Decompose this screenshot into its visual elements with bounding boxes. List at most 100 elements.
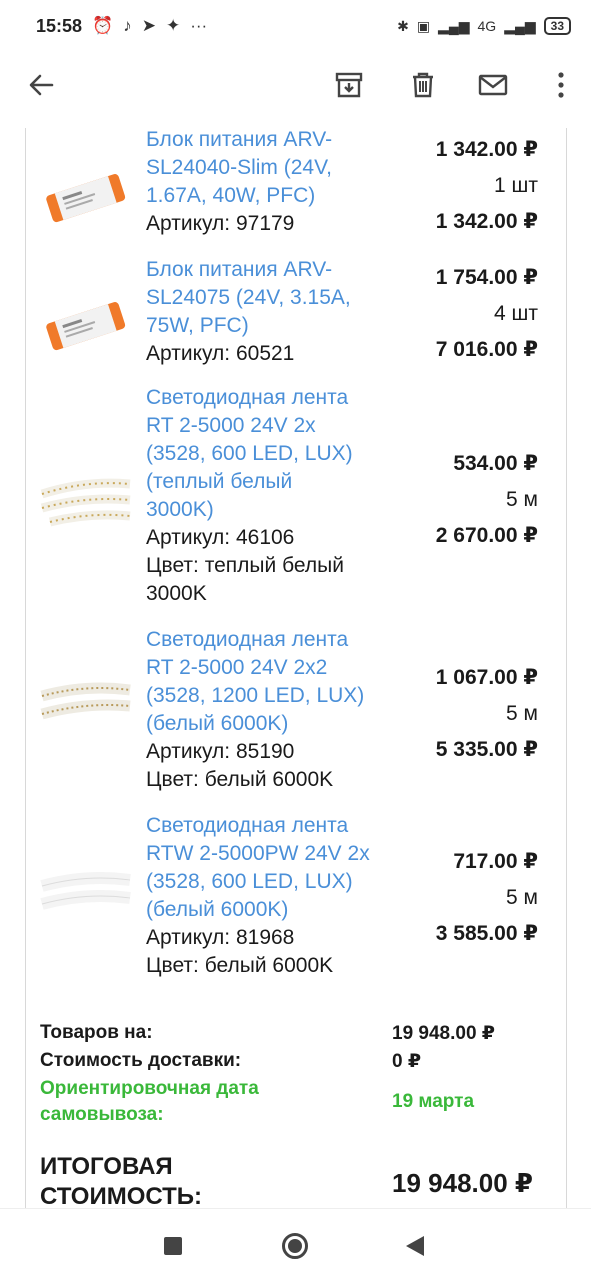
total-value: 19 948.00 ₽ <box>392 1168 533 1198</box>
alarm-icon: ⏰ <box>92 16 114 35</box>
pickup-label: Ориентировочная дата самовывоза: <box>40 1076 259 1128</box>
product-prices: 534.00 ₽ 5 м 2 670.00 ₽ <box>378 446 538 554</box>
quantity: 5 м <box>506 702 538 725</box>
product-name-line: (теплый белый <box>146 470 293 493</box>
product-name-line: Светодиодная лента <box>146 628 349 651</box>
quantity: 5 м <box>506 886 538 909</box>
product-name-line: 1.67A, 40W, PFC) <box>146 184 316 207</box>
product-color: Цвет: теплый белый 3000K <box>146 552 406 608</box>
led-strip-image <box>40 478 131 527</box>
summary-delivery: Стоимость доставки: 0 ₽ <box>40 1050 560 1078</box>
bluetooth-icon: ✱ <box>397 17 409 34</box>
product-name-line: Светодиодная лента <box>146 386 349 409</box>
mail-icon[interactable] <box>478 70 508 100</box>
total-label-line: ИТОГОВАЯ <box>40 1153 173 1180</box>
power-supply-image <box>46 174 126 223</box>
more-dots-icon: ··· <box>190 16 208 35</box>
delete-icon[interactable] <box>408 70 438 100</box>
summary-total: ИТОГОВАЯ СТОИМОСТЬ: 19 948.00 ₽ <box>40 1152 560 1208</box>
product-name-link[interactable]: Блок питания ARV- SL24040-Slim (24V, 1.6… <box>146 128 396 210</box>
unit-price: 534.00 ₽ <box>453 452 538 475</box>
network-type: 4G <box>477 18 497 34</box>
product-color-line: Цвет: теплый белый <box>146 554 344 577</box>
total-label: ИТОГОВАЯ СТОИМОСТЬ: <box>40 1152 202 1208</box>
product-name-line: RT 2-5000 24V 2x <box>146 414 316 437</box>
line-total: 3 585.00 ₽ <box>435 922 538 945</box>
back-icon[interactable] <box>26 70 56 100</box>
unit-price: 1 067.00 ₽ <box>435 666 538 689</box>
summary-goods: Товаров на: 19 948.00 ₽ <box>40 1022 560 1050</box>
product-name-line: SL24075 (24V, 3.15A, <box>146 286 351 309</box>
pickup-label-line: Ориентировочная дата <box>40 1078 259 1099</box>
line-total: 5 335.00 ₽ <box>435 738 538 761</box>
delivery-value: 0 ₽ <box>392 1051 422 1072</box>
product-name-line: (белый 6000K) <box>146 712 289 735</box>
product-name-line: RT 2-5000 24V 2x2 <box>146 656 328 679</box>
power-supply-image <box>46 302 126 351</box>
status-system-icons: ✱ ▣ ▂▄▆ 4G ▂▄▆ 33 <box>397 17 571 35</box>
product-name-line: Блок питания ARV- <box>146 258 333 281</box>
product-article: Артикул: 97179 <box>146 212 295 235</box>
battery-icon: 33 <box>543 17 571 35</box>
product-name-line: RTW 2-5000PW 24V 2x <box>146 842 370 865</box>
pickup-label-line: самовывоза: <box>40 1104 164 1125</box>
product-article: Артикул: 85190 <box>146 740 295 763</box>
goods-value: 19 948.00 ₽ <box>392 1023 496 1044</box>
telegram-icon: ➤ <box>141 16 156 35</box>
led-strip-image <box>40 872 131 910</box>
product-name-line: Светодиодная лента <box>146 814 349 837</box>
product-name-line: 75W, PFC) <box>146 314 249 337</box>
emblem-icon: ✦ <box>165 16 181 35</box>
product-name-line: (белый 6000K) <box>146 898 289 921</box>
app-bar <box>0 52 591 118</box>
product-color: Цвет: белый 6000K <box>146 768 334 791</box>
product-article: Артикул: 81968 <box>146 926 295 949</box>
product-name-line: 3000K) <box>146 498 214 521</box>
more-icon[interactable] <box>546 70 576 100</box>
unit-price: 1 342.00 ₽ <box>435 138 538 161</box>
product-name-link[interactable]: Светодиодная лента RTW 2-5000PW 24V 2x (… <box>146 812 396 924</box>
line-total: 2 670.00 ₽ <box>435 524 538 547</box>
product-article: Артикул: 60521 <box>146 342 295 365</box>
product-color: Цвет: белый 6000K <box>146 954 334 977</box>
delivery-label: Стоимость доставки: <box>40 1050 242 1071</box>
product-name-line: SL24040-Slim (24V, <box>146 156 333 179</box>
product-name-line: (3528, 600 LED, LUX) <box>146 870 353 893</box>
product-article: Артикул: 46106 <box>146 526 295 549</box>
quantity: 5 м <box>506 488 538 511</box>
product-color-line: 3000K <box>146 582 207 605</box>
product-name-line: (3528, 600 LED, LUX) <box>146 442 353 465</box>
line-total: 1 342.00 ₽ <box>435 210 538 233</box>
summary-pickup: Ориентировочная дата самовывоза: 19 март… <box>40 1076 560 1128</box>
product-prices: 1 067.00 ₽ 5 м 5 335.00 ₽ <box>378 660 538 768</box>
status-bar: 15:58 ⏰ ♪ ➤ ✦ ··· ✱ ▣ ▂▄▆ 4G ▂▄▆ 33 <box>0 0 591 52</box>
pickup-value: 19 марта <box>392 1091 475 1112</box>
email-body: Блок питания ARV- SL24040-Slim (24V, 1.6… <box>25 128 567 1208</box>
signal-icon-2: ▂▄▆ <box>504 17 536 34</box>
goods-label: Товаров на: <box>40 1022 153 1043</box>
signal-icon: ▂▄▆ <box>438 17 470 34</box>
product-name-link[interactable]: Светодиодная лента RT 2-5000 24V 2x2 (35… <box>146 626 396 738</box>
unit-price: 1 754.00 ₽ <box>435 266 538 289</box>
product-name-link[interactable]: Светодиодная лента RT 2-5000 24V 2x (352… <box>146 384 396 524</box>
quantity: 1 шт <box>494 174 538 197</box>
product-name-link[interactable]: Блок питания ARV- SL24075 (24V, 3.15A, 7… <box>146 256 396 340</box>
led-strip-image <box>40 682 131 720</box>
product-name-line: (3528, 1200 LED, LUX) <box>146 684 365 707</box>
line-total: 7 016.00 ₽ <box>435 338 538 361</box>
back-button[interactable] <box>406 1236 424 1256</box>
product-prices: 717.00 ₽ 5 м 3 585.00 ₽ <box>378 844 538 952</box>
unit-price: 717.00 ₽ <box>453 850 538 873</box>
product-prices: 1 342.00 ₽ 1 шт 1 342.00 ₽ <box>378 132 538 240</box>
product-name-line: Блок питания ARV- <box>146 128 333 151</box>
quantity: 4 шт <box>494 302 538 325</box>
total-label-line: СТОИМОСТЬ: <box>40 1183 203 1208</box>
recent-apps-button[interactable] <box>164 1237 182 1255</box>
status-time: 15:58 <box>36 15 83 36</box>
tiktok-icon: ♪ <box>123 16 132 35</box>
product-prices: 1 754.00 ₽ 4 шт 7 016.00 ₽ <box>378 260 538 368</box>
archive-icon[interactable] <box>334 70 364 100</box>
volte-icon: ▣ <box>416 17 431 34</box>
system-nav-bar <box>0 1208 591 1280</box>
home-button[interactable] <box>282 1233 308 1259</box>
